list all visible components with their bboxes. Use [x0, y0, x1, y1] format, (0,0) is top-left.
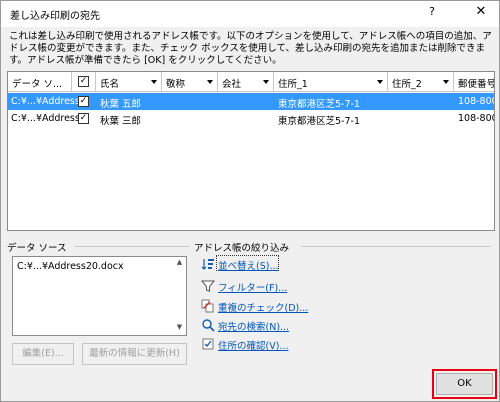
- column-header-label: 住所_2: [392, 79, 422, 90]
- validate-icon: [202, 338, 214, 350]
- duplicate-link[interactable]: 重複のチェック(D)...: [218, 300, 308, 314]
- filter-link[interactable]: フィルター(F)...: [218, 280, 287, 294]
- scroll-up-icon[interactable]: ▲: [174, 258, 185, 269]
- search-icon: [202, 319, 215, 332]
- cell-name: 秋葉 三郎: [100, 116, 142, 127]
- dropdown-arrow-icon[interactable]: [443, 80, 449, 84]
- column-header-label: 郵便番号: [458, 79, 495, 90]
- refresh-button[interactable]: 最新の情報に更新(H): [82, 343, 187, 365]
- help-button[interactable]: ?: [423, 5, 441, 23]
- column-header-label: 氏名: [100, 79, 120, 90]
- column-header-title[interactable]: 敬称: [162, 72, 218, 92]
- sort-icon: [201, 259, 214, 270]
- cell-name: 秋葉 五郎: [100, 99, 142, 110]
- column-header-address2[interactable]: 住所_2: [388, 72, 454, 92]
- select-all-checkbox[interactable]: ✓: [78, 76, 89, 87]
- refine-label: アドレス帳の絞り込み: [194, 243, 290, 254]
- dropdown-arrow-icon[interactable]: [377, 80, 383, 84]
- column-header-label: データ ソ...: [12, 79, 63, 90]
- cell-zip: 108-8001: [458, 113, 494, 124]
- dialog-title: 差し込み印刷の宛先: [10, 11, 100, 22]
- duplicate-icon: [201, 299, 214, 313]
- dropdown-arrow-icon[interactable]: [263, 80, 269, 84]
- column-header-label: 会社: [222, 79, 242, 90]
- cell-address1: 東京都港区芝5-7-1: [278, 116, 360, 127]
- cell-zip: 108-8001: [458, 96, 494, 107]
- column-header-datasource[interactable]: データ ソ...: [8, 72, 72, 92]
- datasource-list[interactable]: C:¥...¥Address20.docx ▲ ▼: [12, 256, 187, 336]
- recipient-grid[interactable]: データ ソ... ✓ 氏名 敬称 会社 住所_1 住所_2 郵便番号 C:¥..…: [7, 71, 495, 231]
- scroll-down-icon[interactable]: ▼: [174, 323, 185, 334]
- divider: [75, 246, 189, 247]
- highlight-box: [432, 369, 497, 399]
- mail-merge-recipients-dialog: 差し込み印刷の宛先 ? ✕ これは差し込み印刷で使用されるアドレス帳です。以下の…: [0, 0, 500, 402]
- column-header-label: 住所_1: [278, 79, 308, 90]
- table-row[interactable]: C:¥...¥Address... ✓ 秋葉 三郎 東京都港区芝5-7-1 10…: [8, 110, 494, 127]
- edit-button[interactable]: 編集(E)...: [12, 343, 74, 365]
- filter-icon: [201, 280, 215, 292]
- row-checkbox[interactable]: ✓: [78, 96, 89, 107]
- search-recipient-link[interactable]: 宛先の検索(N)...: [218, 319, 289, 333]
- divider: [301, 246, 491, 247]
- table-row[interactable]: C:¥...¥Address... ✓ 秋葉 五郎 東京都港区芝5-7-1 10…: [8, 93, 494, 110]
- column-header-zip[interactable]: 郵便番号: [454, 72, 495, 92]
- close-button[interactable]: ✕: [471, 4, 491, 24]
- column-header-label: 敬称: [166, 79, 186, 90]
- row-checkbox[interactable]: ✓: [78, 113, 89, 124]
- column-header-address1[interactable]: 住所_1: [274, 72, 388, 92]
- column-header-check[interactable]: ✓: [72, 72, 96, 92]
- cell-address1: 東京都港区芝5-7-1: [278, 99, 360, 110]
- list-item[interactable]: C:¥...¥Address20.docx: [17, 261, 124, 272]
- description-text: これは差し込み印刷で使用されるアドレス帳です。以下のオプションを使用して、アドレ…: [9, 31, 492, 66]
- validate-address-link[interactable]: 住所の確認(V)...: [218, 338, 288, 352]
- column-header-name[interactable]: 氏名: [96, 72, 162, 92]
- column-header-company[interactable]: 会社: [218, 72, 274, 92]
- dropdown-arrow-icon[interactable]: [207, 80, 213, 84]
- datasource-label: データ ソース: [7, 243, 67, 254]
- dropdown-arrow-icon[interactable]: [151, 80, 157, 84]
- sort-link[interactable]: 並べ替え(S)...: [218, 258, 279, 272]
- title-bar: 差し込み印刷の宛先 ? ✕: [1, 1, 499, 27]
